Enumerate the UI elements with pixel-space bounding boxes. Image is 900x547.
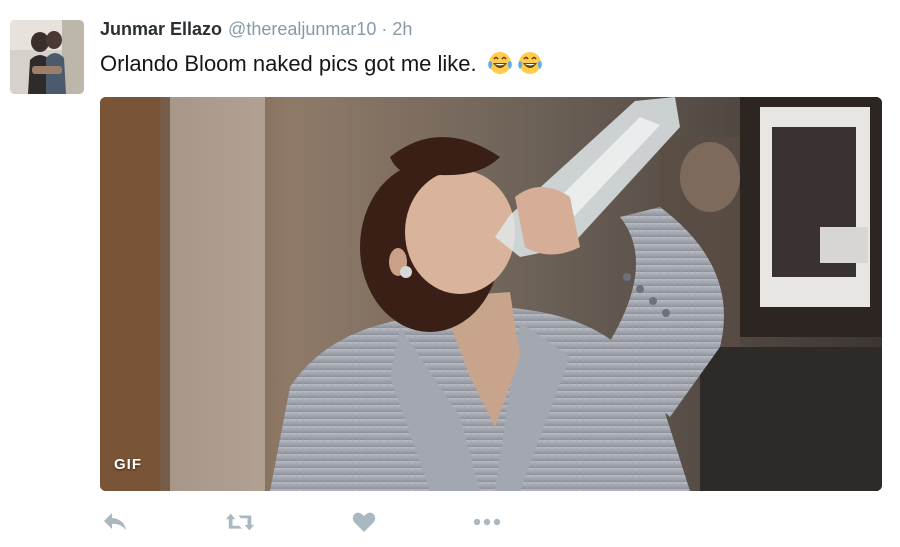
- tears-of-joy-emoji-icon: [517, 50, 543, 76]
- timestamp[interactable]: 2h: [392, 19, 412, 39]
- tweet-text: Orlando Bloom naked pics got me like.: [100, 51, 477, 76]
- gif-badge: GIF: [114, 456, 142, 473]
- tweet: Junmar Ellazo @therealjunmar10 · 2h Orlando…: [0, 0, 900, 547]
- reply-button[interactable]: [100, 508, 130, 536]
- retweet-icon: [225, 513, 255, 531]
- gif-image: [100, 97, 882, 491]
- reply-icon: [104, 513, 126, 530]
- heart-icon: [352, 512, 376, 532]
- more-button[interactable]: [472, 508, 502, 536]
- tweet-header: Junmar Ellazo @therealjunmar10 · 2h: [100, 16, 412, 42]
- gif-media[interactable]: GIF: [100, 97, 882, 491]
- more-icon: [473, 518, 501, 526]
- tweet-text-line: Orlando Bloom naked pics got me like.: [100, 50, 543, 78]
- like-button[interactable]: [349, 508, 379, 536]
- retweet-button[interactable]: [225, 508, 255, 536]
- display-name[interactable]: Junmar Ellazo: [100, 19, 222, 39]
- tears-of-joy-emoji-icon: [487, 50, 513, 76]
- avatar[interactable]: [10, 20, 84, 94]
- screen-name[interactable]: @therealjunmar10: [228, 19, 376, 39]
- meta-separator: ·: [381, 19, 388, 39]
